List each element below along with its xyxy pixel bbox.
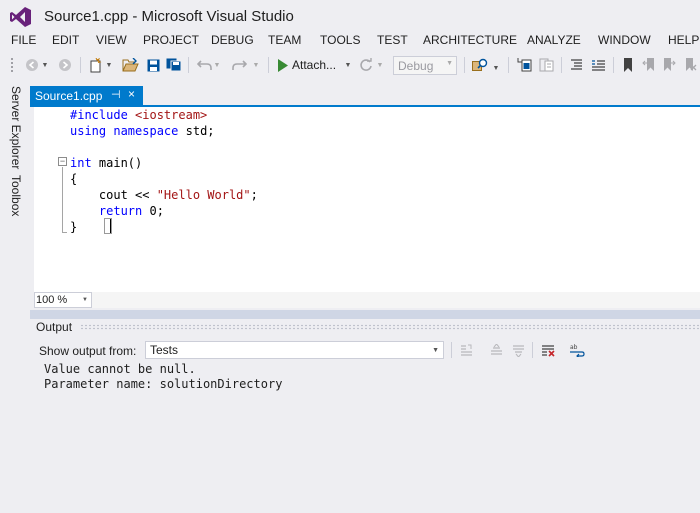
menu-test[interactable]: TEST [377, 33, 408, 47]
menu-team[interactable]: TEAM [268, 33, 301, 47]
toolbar-separator [561, 57, 562, 73]
save-icon[interactable] [145, 56, 161, 74]
redo-icon[interactable] [231, 56, 247, 74]
menu-window[interactable]: WINDOW [598, 33, 651, 47]
find-message-in-code-icon[interactable] [458, 342, 474, 358]
menu-debug[interactable]: DEBUG [211, 33, 254, 47]
menu-architecture[interactable]: ARCHITECTURE [423, 33, 517, 47]
menu-analyze[interactable]: ANALYZE [527, 33, 581, 47]
output-line: Value cannot be null. [44, 362, 196, 376]
menu-edit[interactable]: EDIT [52, 33, 79, 47]
indent-lines-icon[interactable] [568, 56, 584, 74]
toolbar-separator [532, 342, 533, 358]
title-bar: Source1.cpp - Microsoft Visual Studio [0, 0, 700, 32]
play-icon [278, 58, 288, 72]
attach-dropdown[interactable]: ▼ [344, 56, 352, 74]
left-tool-strip: Server Explorer Toolbox [0, 82, 30, 513]
pane-splitter[interactable] [30, 310, 700, 319]
code-line-5: { [70, 172, 78, 186]
refresh-dropdown[interactable]: ▼ [376, 56, 384, 74]
comment-lines-icon[interactable] [590, 56, 607, 74]
toolbar-grip[interactable] [10, 57, 14, 73]
svg-text:ab: ab [570, 344, 578, 351]
tab-source1-cpp[interactable]: Source1.cpp ⊣ × [30, 86, 143, 105]
code-line-6: cout << "Hello World"; [70, 188, 258, 202]
attach-button[interactable]: Attach... [277, 56, 347, 74]
include-path: <iostream> [135, 108, 208, 122]
output-line: Parameter name: solutionDirectory [44, 377, 283, 391]
visual-studio-logo-icon [10, 7, 31, 27]
editor-gutter [34, 107, 56, 292]
outline-end [62, 232, 67, 233]
standard-toolbar: ▼ ▼ ▼ ▼ Attach... ▼ ▼ Debug ▼ ▼ [0, 52, 700, 78]
tab-label: Source1.cpp [35, 88, 103, 103]
next-message-icon[interactable] [510, 342, 526, 358]
clear-all-icon[interactable] [540, 342, 556, 358]
menu-file[interactable]: FILE [11, 33, 36, 47]
solution-configuration-dropdown[interactable]: Debug ▼ [393, 56, 457, 75]
zoom-level-dropdown[interactable]: 100 % ▼ [34, 292, 92, 308]
toolbar-separator [451, 342, 452, 358]
toolbar-separator [464, 57, 465, 73]
clear-bookmarks-icon[interactable] [682, 56, 698, 74]
output-source-dropdown[interactable]: Tests ▼ [145, 341, 444, 359]
new-project-dropdown[interactable]: ▼ [105, 56, 113, 74]
output-title-grip[interactable] [80, 324, 700, 330]
code-line-7: return 0; [98, 204, 164, 218]
code-line-2: using namespace std; [70, 124, 215, 138]
window-title: Source1.cpp - Microsoft Visual Studio [44, 8, 294, 25]
toolbox-tab[interactable]: Toolbox [9, 175, 23, 216]
menu-view[interactable]: VIEW [96, 33, 127, 47]
toolbar-separator [188, 57, 189, 73]
save-all-icon[interactable] [165, 56, 182, 74]
find-dropdown[interactable]: ▼ [492, 59, 500, 77]
preprocessor-directive: #include [70, 108, 136, 122]
close-tab-icon[interactable]: × [128, 87, 135, 101]
toggle-word-wrap-icon[interactable]: ab [569, 342, 585, 358]
code-line-8: } [70, 220, 78, 234]
toolbar-separator [80, 57, 81, 73]
menu-help[interactable]: HELP [668, 33, 699, 47]
toolbar-separator [508, 57, 509, 73]
undo-icon[interactable] [196, 56, 212, 74]
show-output-from-label: Show output from: [39, 344, 137, 358]
output-window-title: Output [36, 320, 73, 334]
undo-dropdown[interactable]: ▼ [213, 56, 221, 74]
navigate-forward-icon[interactable] [57, 56, 73, 74]
properties-icon[interactable] [538, 56, 555, 74]
code-line-1: #include <iostream> [70, 107, 258, 123]
output-text-area[interactable]: Value cannot be null. Parameter name: so… [34, 361, 700, 513]
output-toolbar: Show output from: Tests ▼ ab [34, 339, 700, 361]
menu-project[interactable]: PROJECT [143, 33, 199, 47]
bookmark-icon[interactable] [620, 56, 636, 74]
collapse-main-icon[interactable]: − [58, 157, 67, 166]
open-file-icon[interactable] [121, 56, 139, 74]
redo-dropdown[interactable]: ▼ [252, 56, 260, 74]
pin-tab-icon[interactable]: ⊣ [111, 88, 121, 101]
previous-bookmark-icon[interactable] [641, 56, 657, 74]
code-line-4: int main() [70, 156, 143, 170]
menu-bar: FILE EDIT VIEW PROJECT DEBUG TEAM TOOLS … [0, 32, 700, 50]
toolbar-separator [268, 57, 269, 73]
toolbar-separator [613, 57, 614, 73]
code-text: #include <iostream> using namespace std;… [70, 107, 258, 235]
menu-tools[interactable]: TOOLS [320, 33, 360, 47]
solution-explorer-icon[interactable] [516, 56, 533, 74]
server-explorer-tab[interactable]: Server Explorer [9, 86, 23, 169]
editor-zoom-bar: 100 % ▼ [34, 292, 700, 308]
navigate-back-dropdown[interactable]: ▼ [41, 56, 49, 74]
previous-message-icon[interactable] [488, 342, 504, 358]
find-in-files-icon[interactable] [471, 56, 489, 74]
next-bookmark-icon[interactable] [661, 56, 677, 74]
new-project-icon[interactable] [88, 56, 104, 74]
code-editor[interactable]: − #include <iostream> using namespace st… [34, 107, 700, 292]
outline-line [62, 167, 63, 233]
refresh-icon[interactable] [358, 56, 374, 74]
text-caret [110, 219, 111, 233]
navigate-back-icon[interactable] [24, 56, 40, 74]
